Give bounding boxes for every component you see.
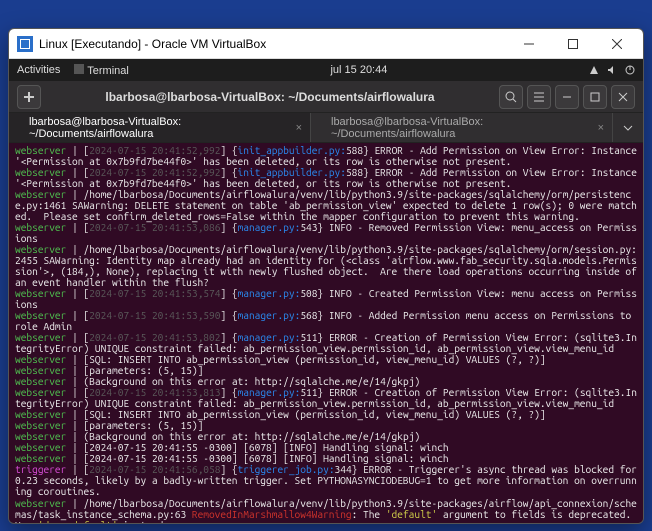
terminal-title: lbarbosa@lbarbosa-VirtualBox: ~/Document…	[45, 90, 495, 104]
search-button[interactable]	[499, 85, 523, 109]
terminal-icon	[74, 64, 84, 74]
vm-window: Linux [Executando] - Oracle VM VirtualBo…	[8, 28, 644, 524]
titlebar[interactable]: Linux [Executando] - Oracle VM VirtualBo…	[9, 29, 643, 59]
log-output: webserver | [2024-07-15 20:41:52,992] {i…	[15, 145, 637, 523]
app-menu-label: Terminal	[87, 65, 129, 77]
menu-button[interactable]	[527, 85, 551, 109]
app-menu[interactable]: Terminal	[74, 64, 128, 77]
activities-button[interactable]: Activities	[17, 64, 60, 77]
power-icon	[625, 65, 635, 75]
new-tab-button[interactable]	[17, 85, 41, 109]
chevron-down-icon	[623, 123, 633, 133]
terminal-close[interactable]	[611, 85, 635, 109]
terminal-maximize[interactable]	[583, 85, 607, 109]
terminal-tab[interactable]: lbarbosa@lbarbosa-VirtualBox: ~/Document…	[311, 113, 613, 142]
terminal-header: lbarbosa@lbarbosa-VirtualBox: ~/Document…	[9, 81, 643, 113]
system-tray[interactable]	[589, 65, 635, 75]
plus-icon	[23, 91, 35, 103]
clock[interactable]: jul 15 20:44	[129, 64, 589, 76]
close-icon[interactable]: ×	[598, 122, 604, 134]
tab-label: lbarbosa@lbarbosa-VirtualBox: ~/Document…	[331, 116, 592, 140]
terminal-tab[interactable]: lbarbosa@lbarbosa-VirtualBox: ~/Document…	[9, 113, 311, 142]
tab-label: lbarbosa@lbarbosa-VirtualBox: ~/Document…	[29, 116, 290, 140]
vbox-icon	[17, 36, 33, 52]
tab-dropdown[interactable]	[613, 123, 643, 133]
volume-icon	[607, 65, 617, 75]
minimize-button[interactable]	[507, 30, 551, 58]
gnome-top-bar: Activities Terminal jul 15 20:44	[9, 59, 643, 81]
close-icon[interactable]: ×	[296, 122, 302, 134]
window-title: Linux [Executando] - Oracle VM VirtualBo…	[39, 37, 507, 51]
hamburger-icon	[533, 91, 545, 103]
terminal-body[interactable]: webserver | [2024-07-15 20:41:52,992] {i…	[9, 143, 643, 523]
terminal-minimize[interactable]	[555, 85, 579, 109]
close-button[interactable]	[595, 30, 639, 58]
maximize-button[interactable]	[551, 30, 595, 58]
terminal-tabbar: lbarbosa@lbarbosa-VirtualBox: ~/Document…	[9, 113, 643, 143]
search-icon	[505, 91, 517, 103]
network-icon	[589, 65, 599, 75]
